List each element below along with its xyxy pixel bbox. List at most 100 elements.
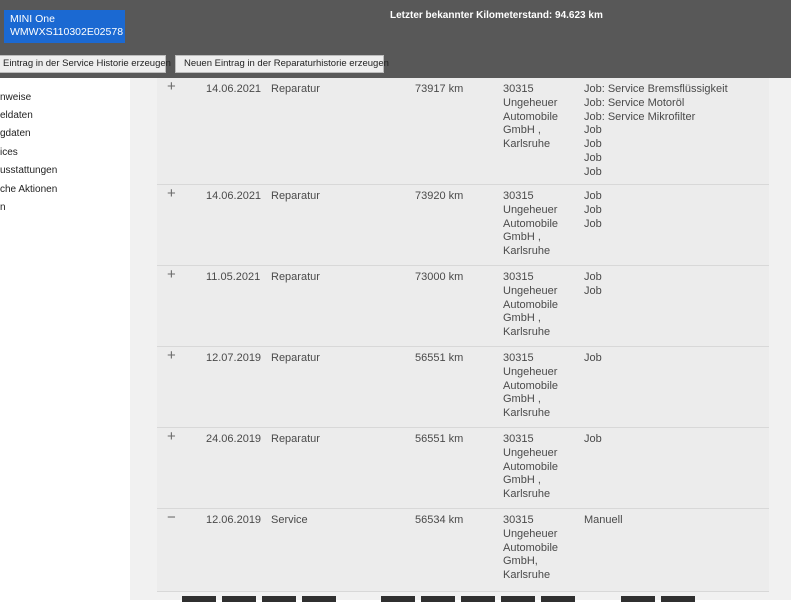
create-repair-entry-button[interactable]: Neuen Eintrag in der Reparaturhistorie e…	[175, 55, 389, 73]
pagination-button[interactable]	[501, 596, 535, 602]
job-line: Job	[584, 151, 602, 164]
job-line: Job	[584, 271, 602, 283]
sidebar-item-fahrzeugdaten[interactable]: gdaten	[0, 128, 31, 139]
workshop-line: Karlsruhe	[503, 245, 551, 258]
workshop-line: Karlsruhe	[503, 407, 551, 420]
job-line: Job: Service Mikrofilter	[584, 110, 696, 123]
expand-icon[interactable]: +	[167, 186, 176, 201]
history-list: +14.06.2021 Reparatur 73917 km 30315 Ungeheu…	[130, 78, 791, 600]
workshop-line: 30315	[503, 83, 534, 95]
workshop-line: Automobile	[503, 460, 559, 473]
job-line: Job	[584, 217, 602, 230]
workshop-line: Karlsruhe	[503, 488, 551, 501]
sidebar-item-services[interactable]: ices	[0, 147, 18, 158]
pagination-button[interactable]	[621, 596, 655, 602]
create-service-entry-button[interactable]: Eintrag in der Service Historie erzeugen	[0, 55, 171, 73]
workshop-line: Automobile	[503, 217, 559, 230]
workshop-line: Ungeheuer	[503, 284, 558, 297]
workshop-line: Ungeheuer	[503, 527, 558, 540]
entry-jobs: Job	[584, 433, 602, 447]
entry-type: Service	[271, 514, 308, 526]
entry-date: 14.06.2021	[206, 190, 262, 202]
entry-mileage: 73917 km	[415, 83, 464, 95]
entry-type: Reparatur	[271, 433, 320, 445]
entry-date: 24.06.2019	[206, 433, 262, 445]
sidebar: nweise eldaten gdaten ices usstattungen …	[0, 78, 130, 600]
pagination-button[interactable]	[302, 596, 336, 602]
job-line: Job	[584, 433, 602, 445]
history-entry-row: +14.06.2021 Reparatur 73917 km 30315 Ungeheu…	[157, 78, 769, 185]
workshop-line: Karlsruhe	[503, 138, 551, 151]
workshop-line: Ungeheuer	[503, 365, 558, 378]
entry-type: Reparatur	[271, 190, 320, 202]
entry-jobs: Job: Service Bremsflüssigkeit Job: Servic…	[584, 83, 728, 180]
entry-date: 11.05.2021	[206, 271, 261, 283]
workshop-line: GmbH ,	[503, 393, 541, 406]
pagination-button[interactable]	[222, 596, 256, 602]
workshop-line: Automobile	[503, 110, 559, 123]
workshop-line: Ungeheuer	[503, 446, 558, 459]
pagination-button[interactable]	[661, 596, 695, 602]
entry-date: 14.06.2021	[206, 83, 262, 95]
sidebar-item-ausstattungen[interactable]: usstattungen	[0, 165, 57, 176]
entry-type: Reparatur	[271, 352, 320, 364]
workshop-line: GmbH ,	[503, 474, 541, 487]
vehicle-vin: WMWXS110302E02578	[10, 26, 124, 38]
job-line: Job	[584, 165, 602, 178]
pagination-button[interactable]	[381, 596, 415, 602]
sidebar-item-felddaten[interactable]: eldaten	[0, 110, 33, 121]
history-entry-row: +24.06.2019 Reparatur 56551 km 30315 Ungeheu…	[157, 428, 769, 509]
workshop-line: 30315	[503, 190, 534, 202]
job-line: Job	[584, 352, 602, 364]
entry-workshop: 30315 Ungeheuer Automobile GmbH , Karlsruhe	[503, 352, 558, 421]
job-line: Job: Service Motoröl	[584, 96, 685, 109]
workshop-line: GmbH ,	[503, 124, 541, 137]
sidebar-item-hinweise[interactable]: nweise	[0, 92, 31, 103]
pagination-button[interactable]	[262, 596, 296, 602]
entry-workshop: 30315 Ungeheuer Automobile GmbH , Karlsruhe	[503, 433, 558, 502]
workshop-line: 30315	[503, 433, 534, 445]
job-line: Job	[584, 124, 602, 137]
pagination-button[interactable]	[541, 596, 575, 602]
header-bar: MINI One WMWXS110302E02578 Letzter bekan…	[0, 0, 791, 78]
expand-icon[interactable]: +	[167, 79, 176, 94]
pagination-button[interactable]	[421, 596, 455, 602]
workshop-line: 30315	[503, 352, 534, 364]
job-line: Manuell	[584, 514, 623, 526]
history-entry-row: +12.07.2019 Reparatur 56551 km 30315 Ungeheu…	[157, 347, 769, 428]
job-line: Job	[584, 284, 602, 297]
history-entry-row: +11.05.2021 Reparatur 73000 km 30315 Ungeheu…	[157, 266, 769, 347]
vehicle-model: MINI One	[10, 13, 55, 25]
entry-mileage: 73000 km	[415, 271, 464, 283]
workshop-line: Automobile	[503, 379, 559, 392]
entry-type: Reparatur	[271, 83, 320, 95]
expand-icon[interactable]: +	[167, 348, 176, 363]
job-line: Job	[584, 203, 602, 216]
pagination-button[interactable]	[182, 596, 216, 602]
entry-jobs: Job Job	[584, 271, 602, 299]
entry-jobs: Job	[584, 352, 602, 366]
expand-icon[interactable]: +	[167, 429, 176, 444]
sidebar-item-technische-aktionen[interactable]: che Aktionen	[0, 184, 57, 195]
workshop-line: Ungeheuer	[503, 96, 558, 109]
workshop-line: 30315	[503, 271, 534, 283]
sidebar-item-historie[interactable]: n	[0, 202, 6, 213]
workshop-line: Ungeheuer	[503, 203, 558, 216]
history-entry-row: − 12.06.2019 Service 56534 km 30315 Ungeheuer…	[157, 509, 769, 592]
vehicle-badge[interactable]: MINI One WMWXS110302E02578	[4, 10, 125, 43]
workshop-line: Automobile	[503, 298, 559, 311]
entry-workshop: 30315 Ungeheuer Automobile GmbH, Karlsruhe	[503, 514, 558, 583]
expand-icon[interactable]: +	[167, 267, 176, 282]
entry-date: 12.07.2019	[206, 352, 262, 364]
workshop-line: 30315	[503, 514, 534, 526]
pagination-button[interactable]	[461, 596, 495, 602]
job-line: Job	[584, 138, 602, 151]
entry-type: Reparatur	[271, 271, 320, 283]
entry-jobs: Job Job Job	[584, 190, 602, 231]
job-line: Job: Service Bremsflüssigkeit	[584, 83, 728, 95]
job-line: Job	[584, 190, 602, 202]
workshop-line: Karlsruhe	[503, 326, 551, 339]
entry-date: 12.06.2019	[206, 514, 262, 526]
collapse-icon[interactable]: −	[167, 510, 176, 525]
entry-mileage: 56534 km	[415, 514, 464, 526]
